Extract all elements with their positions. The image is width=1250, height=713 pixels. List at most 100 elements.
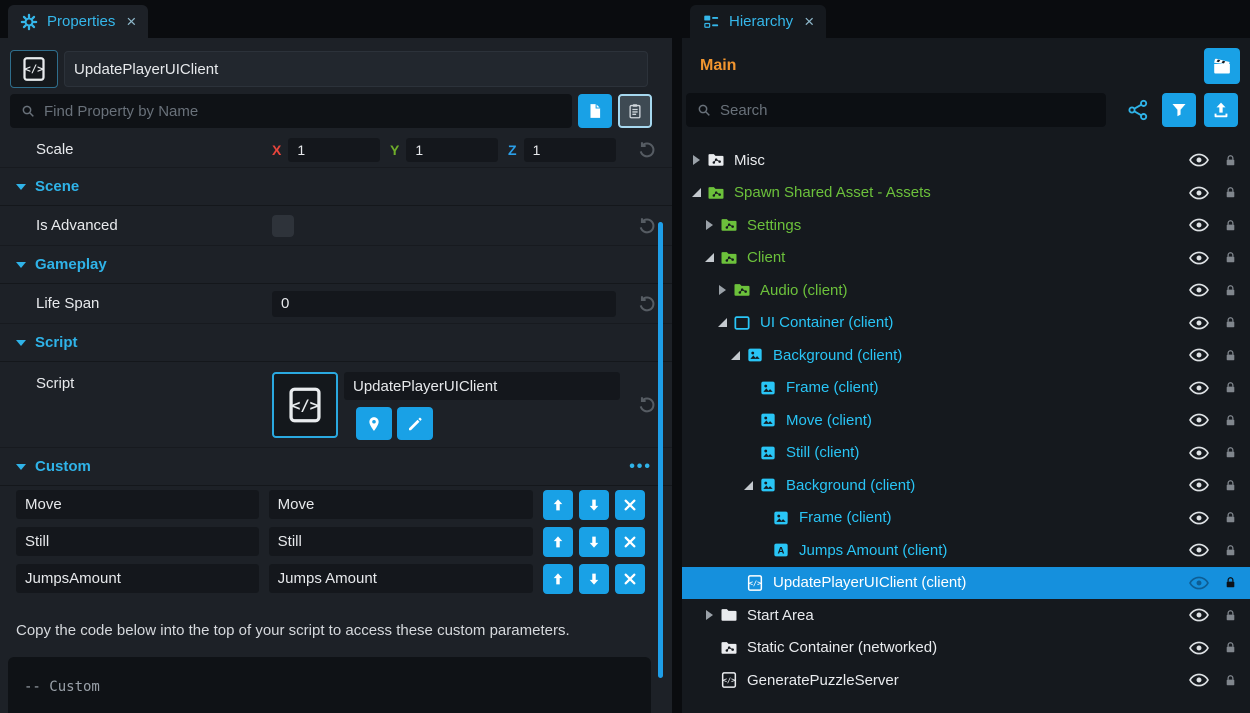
section-collapse-icon[interactable] xyxy=(16,184,26,190)
lock-icon[interactable] xyxy=(1223,477,1238,494)
scale-x-input[interactable] xyxy=(288,138,380,162)
scale-z-input[interactable] xyxy=(524,138,616,162)
script-name-input[interactable] xyxy=(344,372,620,400)
lock-icon[interactable] xyxy=(1223,672,1238,689)
script-asset-thumbnail[interactable]: </> xyxy=(272,372,338,438)
eye-icon[interactable] xyxy=(1188,312,1210,334)
collapse-arrow-icon[interactable] xyxy=(701,253,717,262)
tree-row[interactable]: Frame (client) xyxy=(682,502,1250,535)
close-icon[interactable]: × xyxy=(804,13,814,30)
lock-icon[interactable] xyxy=(1223,347,1238,364)
hierarchy-root-label[interactable]: Main xyxy=(700,57,736,75)
eye-icon[interactable] xyxy=(1188,247,1210,269)
lock-icon[interactable] xyxy=(1223,509,1238,526)
section-script[interactable]: Script xyxy=(0,324,672,362)
custom-param-display-input[interactable] xyxy=(269,564,533,593)
custom-param-display-input[interactable] xyxy=(269,527,533,556)
publish-upload-button[interactable] xyxy=(1204,93,1238,127)
eye-icon[interactable] xyxy=(1188,604,1210,626)
tree-row[interactable]: </>UpdatePlayerUIClient (client) xyxy=(682,567,1250,600)
section-scene[interactable]: Scene xyxy=(0,168,672,206)
network-icon[interactable] xyxy=(1126,98,1150,122)
move-down-button[interactable] xyxy=(579,490,609,520)
lock-icon[interactable] xyxy=(1223,444,1238,461)
custom-param-name-input[interactable] xyxy=(16,564,259,593)
collapse-arrow-icon[interactable] xyxy=(740,481,756,490)
eye-icon[interactable] xyxy=(1188,474,1210,496)
lock-icon[interactable] xyxy=(1223,412,1238,429)
lock-icon[interactable] xyxy=(1223,542,1238,559)
eye-icon[interactable] xyxy=(1188,539,1210,561)
eye-icon[interactable] xyxy=(1188,182,1210,204)
custom-section-menu[interactable]: ••• xyxy=(629,458,652,476)
section-collapse-icon[interactable] xyxy=(16,340,26,346)
tab-hierarchy[interactable]: Hierarchy × xyxy=(690,5,826,38)
eye-icon[interactable] xyxy=(1188,409,1210,431)
custom-param-name-input[interactable] xyxy=(16,527,259,556)
property-search-input[interactable] xyxy=(44,103,562,120)
lock-icon[interactable] xyxy=(1223,607,1238,624)
paste-properties-button[interactable] xyxy=(618,94,652,128)
reset-icon[interactable] xyxy=(636,293,658,315)
is-advanced-checkbox[interactable] xyxy=(272,215,294,237)
collapse-arrow-icon[interactable] xyxy=(714,318,730,327)
tree-row[interactable]: Start Area xyxy=(682,599,1250,632)
section-collapse-icon[interactable] xyxy=(16,262,26,268)
delete-parameter-button[interactable] xyxy=(615,490,645,520)
lock-icon[interactable] xyxy=(1223,152,1238,169)
locate-asset-button[interactable] xyxy=(356,407,392,440)
tree-row[interactable]: Spawn Shared Asset - Assets xyxy=(682,177,1250,210)
lock-icon[interactable] xyxy=(1223,282,1238,299)
expand-arrow-icon[interactable] xyxy=(688,155,704,165)
eye-icon[interactable] xyxy=(1188,442,1210,464)
tab-properties[interactable]: Properties × xyxy=(8,5,148,38)
eye-icon[interactable] xyxy=(1188,149,1210,171)
delete-parameter-button[interactable] xyxy=(615,564,645,594)
expand-arrow-icon[interactable] xyxy=(701,610,717,620)
tree-row[interactable]: UI Container (client) xyxy=(682,307,1250,340)
lock-icon[interactable] xyxy=(1223,314,1238,331)
move-up-button[interactable] xyxy=(543,527,573,557)
move-down-button[interactable] xyxy=(579,527,609,557)
lock-icon[interactable] xyxy=(1223,249,1238,266)
reset-icon[interactable] xyxy=(636,215,658,237)
tree-row[interactable]: Still (client) xyxy=(682,437,1250,470)
tree-row[interactable]: Client xyxy=(682,242,1250,275)
tree-row[interactable]: Misc xyxy=(682,144,1250,177)
tree-row[interactable]: Frame (client) xyxy=(682,372,1250,405)
section-gameplay[interactable]: Gameplay xyxy=(0,246,672,284)
move-up-button[interactable] xyxy=(543,564,573,594)
move-up-button[interactable] xyxy=(543,490,573,520)
eye-icon[interactable] xyxy=(1188,344,1210,366)
collapse-arrow-icon[interactable] xyxy=(727,351,743,360)
section-custom[interactable]: Custom ••• xyxy=(0,448,672,486)
tree-row[interactable]: Settings xyxy=(682,209,1250,242)
eye-icon[interactable] xyxy=(1188,279,1210,301)
lock-icon[interactable] xyxy=(1223,639,1238,656)
custom-param-name-input[interactable] xyxy=(16,490,259,519)
scene-preview-button[interactable] xyxy=(1204,48,1240,84)
reset-icon[interactable] xyxy=(636,394,658,416)
lock-icon[interactable] xyxy=(1223,217,1238,234)
move-down-button[interactable] xyxy=(579,564,609,594)
tree-row[interactable]: AJumps Amount (client) xyxy=(682,534,1250,567)
eye-icon[interactable] xyxy=(1188,507,1210,529)
eye-icon[interactable] xyxy=(1188,669,1210,691)
hierarchy-search-input[interactable] xyxy=(720,102,1096,119)
delete-parameter-button[interactable] xyxy=(615,527,645,557)
tree-row[interactable]: Background (client) xyxy=(682,469,1250,502)
custom-param-display-input[interactable] xyxy=(269,490,533,519)
edit-script-button[interactable] xyxy=(397,407,433,440)
eye-icon[interactable] xyxy=(1188,637,1210,659)
eye-icon[interactable] xyxy=(1188,377,1210,399)
scale-y-input[interactable] xyxy=(406,138,498,162)
lock-icon[interactable] xyxy=(1223,379,1238,396)
reset-icon[interactable] xyxy=(636,139,658,161)
tree-row[interactable]: Audio (client) xyxy=(682,274,1250,307)
eye-icon[interactable] xyxy=(1188,214,1210,236)
tree-row[interactable]: </>GeneratePuzzleServer xyxy=(682,664,1250,697)
filter-button[interactable] xyxy=(1162,93,1196,127)
tree-row[interactable]: Static Container (networked) xyxy=(682,632,1250,665)
expand-arrow-icon[interactable] xyxy=(714,285,730,295)
section-collapse-icon[interactable] xyxy=(16,464,26,470)
